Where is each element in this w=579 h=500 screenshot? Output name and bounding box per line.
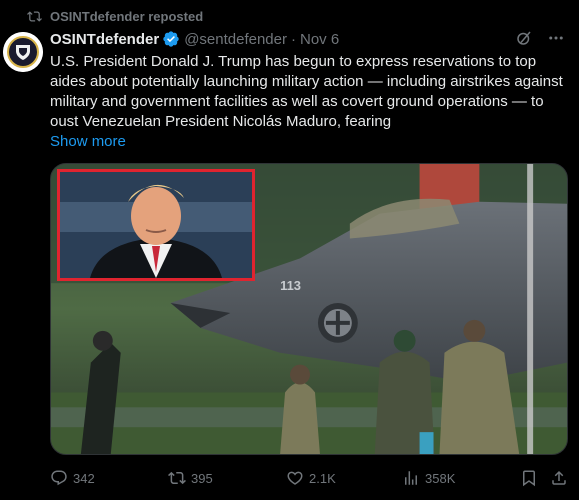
like-button[interactable]: 2.1K: [286, 469, 336, 487]
author-avatar[interactable]: [3, 32, 43, 72]
repost-icon: [168, 471, 186, 485]
header-actions: [515, 29, 565, 47]
share-button[interactable]: [550, 469, 568, 487]
reply-icon: [51, 470, 67, 486]
repost-count: 395: [191, 470, 213, 486]
show-more-link[interactable]: Show more: [50, 132, 126, 152]
author-handle[interactable]: @sentdefender: [184, 31, 287, 48]
tweet-text: U.S. President Donald J. Trump has begun…: [50, 53, 563, 130]
grok-icon[interactable]: [515, 29, 533, 47]
repost-button[interactable]: 395: [168, 469, 213, 487]
author-name[interactable]: OSINTdefender: [50, 31, 159, 48]
like-count: 2.1K: [309, 470, 336, 486]
jet-number: 113: [280, 278, 301, 293]
like-icon: [287, 471, 303, 485]
reply-count: 342: [73, 470, 95, 486]
reply-button[interactable]: 342: [50, 469, 95, 487]
tweet-header: OSINTdefender @sentdefender · Nov 6: [50, 29, 339, 49]
tweet-date[interactable]: Nov 6: [300, 31, 339, 48]
repost-icon: [27, 10, 42, 22]
repost-indicator[interactable]: OSINTdefender reposted: [27, 7, 203, 25]
views-button[interactable]: 358K: [402, 469, 455, 487]
bookmark-icon: [523, 470, 535, 487]
trump-inset-photo: [57, 169, 255, 281]
repost-label: OSINTdefender reposted: [50, 8, 204, 24]
header-separator: ·: [290, 30, 296, 48]
share-icon: [552, 470, 566, 485]
verified-badge-icon: [163, 31, 179, 47]
bookmark-button[interactable]: [520, 469, 538, 487]
tweet-actions: 342 395 2.1K 358K: [50, 467, 568, 489]
views-icon: [405, 471, 417, 485]
more-icon[interactable]: [547, 29, 565, 47]
tweet-media[interactable]: 113: [50, 163, 568, 455]
views-count: 358K: [425, 470, 456, 486]
